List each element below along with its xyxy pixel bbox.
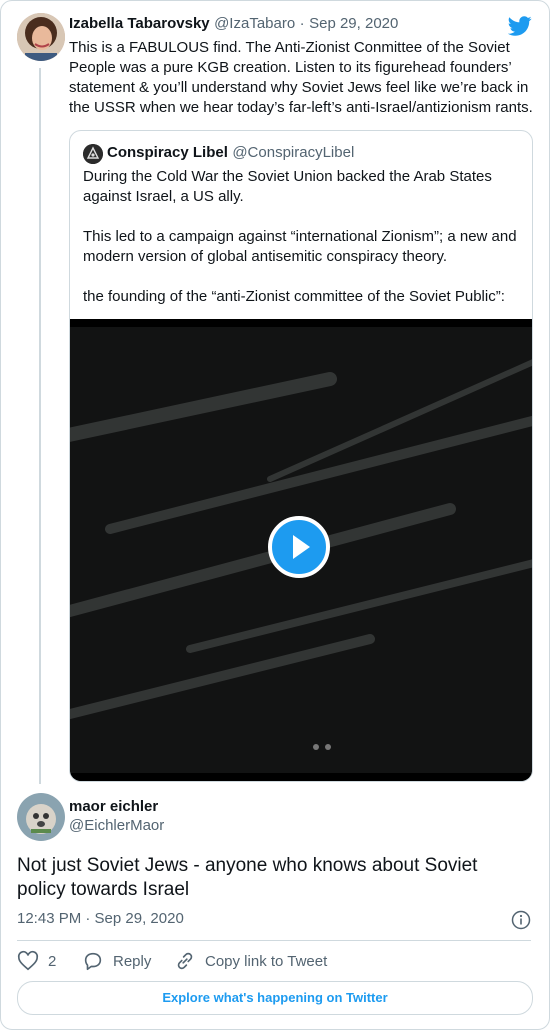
reply-author-handle[interactable]: @EichlerMaor [69, 817, 164, 834]
reply-label: Reply [113, 952, 152, 970]
reply-action[interactable]: Reply [82, 950, 151, 972]
video-player[interactable] [70, 319, 532, 781]
quoted-text-line: modern version of global antisemitic con… [83, 248, 448, 265]
quoted-text-line: the founding of the “anti-Zionist commit… [83, 288, 505, 305]
quoted-header: Conspiracy Libel @ConspiracyLibel [107, 144, 354, 162]
like-count: 2 [48, 952, 57, 970]
quoted-text-line: During the Cold War the Soviet Union bac… [83, 168, 492, 185]
quoted-author-name[interactable]: Conspiracy Libel [107, 144, 228, 161]
link-icon [177, 952, 193, 970]
copy-link-action[interactable]: Copy link to Tweet [174, 950, 327, 972]
original-date[interactable]: Sep 29, 2020 [309, 15, 398, 32]
like-action[interactable]: 2 [17, 950, 56, 972]
reply-text-line: Not just Soviet Jews - anyone who knows … [17, 855, 478, 876]
play-icon[interactable] [268, 516, 330, 578]
quoted-text-line: against Israel, a US ally. [83, 188, 244, 205]
original-text-line: the USSR when we hear today’s far-left’s… [69, 99, 533, 116]
twitter-bird-icon[interactable] [507, 14, 532, 38]
original-header: Izabella Tabarovsky @IzaTabaro · Sep 29,… [69, 15, 398, 33]
info-icon[interactable] [511, 910, 531, 930]
heart-icon [17, 950, 39, 971]
quoted-tweet-card[interactable]: Conspiracy Libel @ConspiracyLibel During… [69, 130, 533, 782]
explore-twitter-button[interactable]: Explore what's happening on Twitter [17, 981, 533, 1015]
quoted-text-spacer [83, 267, 523, 287]
avatar-izabella[interactable] [17, 13, 65, 61]
quoted-text-spacer [83, 207, 523, 227]
date-separator: · [299, 15, 305, 32]
quoted-author-handle[interactable]: @ConspiracyLibel [232, 144, 354, 161]
thread-connector-line [39, 68, 41, 784]
original-text-line: This is a FABULOUS find. The Anti-Zionis… [69, 39, 510, 56]
reply-bubble-icon [84, 952, 102, 971]
reply-header: maor eichler @EichlerMaor [69, 798, 164, 834]
original-author-name[interactable]: Izabella Tabarovsky [69, 15, 210, 32]
quoted-text-line: This led to a campaign against “internat… [83, 228, 517, 245]
reply-text-line: policy towards Israel [17, 879, 190, 900]
reply-author-name[interactable]: maor eichler [69, 798, 164, 815]
original-text-line: People was a pure KGB creation. Listen t… [69, 59, 512, 76]
quoted-tweet-text: During the Cold War the Soviet Union bac… [83, 167, 523, 307]
copy-link-label: Copy link to Tweet [205, 952, 328, 970]
avatar-maor-eichler[interactable] [17, 793, 65, 841]
divider [17, 940, 531, 941]
reply-timestamp[interactable]: 12:43 PM · Sep 29, 2020 [17, 910, 184, 927]
avatar-conspiracy-libel[interactable] [83, 144, 103, 164]
original-tweet-text: This is a FABULOUS find. The Anti-Zionis… [69, 38, 539, 118]
action-bar: 2 Reply Copy link to Tweet [17, 950, 531, 972]
original-text-line: statement & you’ll understand why Soviet… [69, 79, 529, 96]
reply-tweet-text: Not just Soviet Jews - anyone who knows … [17, 854, 531, 902]
original-author-handle[interactable]: @IzaTabaro [214, 15, 295, 32]
